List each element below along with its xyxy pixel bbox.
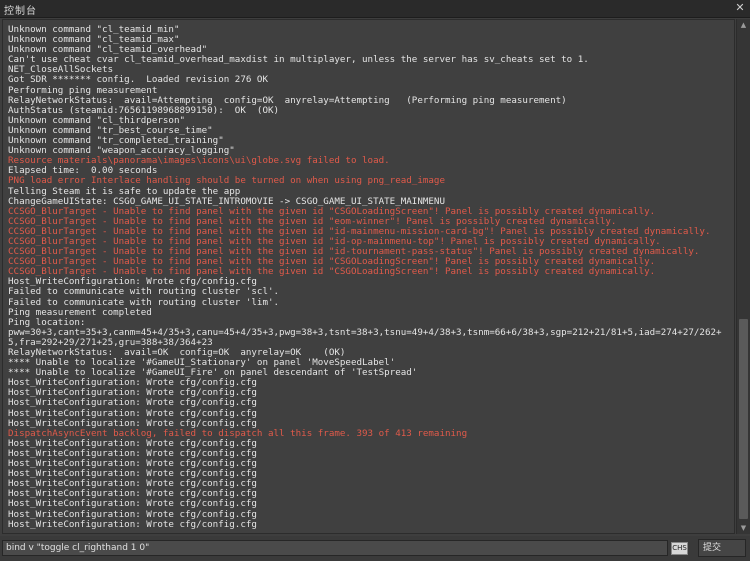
scrollbar[interactable]: ▲ ▼ [736, 19, 750, 534]
window-title: 控制台 [4, 6, 37, 17]
command-bar: bind v "toggle cl_righthand 1 0" CHS 提交 [0, 536, 750, 561]
console-log: Unknown command "cl_teamid_min" Unknown c… [8, 24, 730, 530]
log-line: Ping measurement completed [8, 306, 152, 318]
scroll-down-arrow-icon[interactable]: ▼ [737, 522, 750, 534]
log-line: Host_WriteConfiguration: Wrote cfg/confi… [8, 498, 257, 510]
log-line: Can't use cheat cvar cl_teamid_overhead_… [8, 54, 589, 66]
log-line: Host_WriteConfiguration: Wrote cfg/confi… [8, 518, 257, 530]
submit-button[interactable]: 提交 [698, 539, 746, 557]
close-button[interactable]: ✕ [732, 1, 748, 15]
ime-indicator: CHS [671, 542, 688, 555]
console-output: Unknown command "cl_teamid_min" Unknown c… [2, 19, 735, 534]
log-line: pww=30+3,cant=35+3,canm=45+4/35+3,canu=4… [8, 326, 722, 348]
scroll-up-arrow-icon[interactable]: ▲ [737, 19, 750, 31]
title-bar[interactable]: 控制台 ✕ [0, 0, 750, 18]
log-line: PNG load error Interlace handling should… [8, 175, 445, 187]
command-input[interactable]: bind v "toggle cl_righthand 1 0" [2, 540, 668, 556]
scroll-thumb[interactable] [739, 319, 748, 519]
